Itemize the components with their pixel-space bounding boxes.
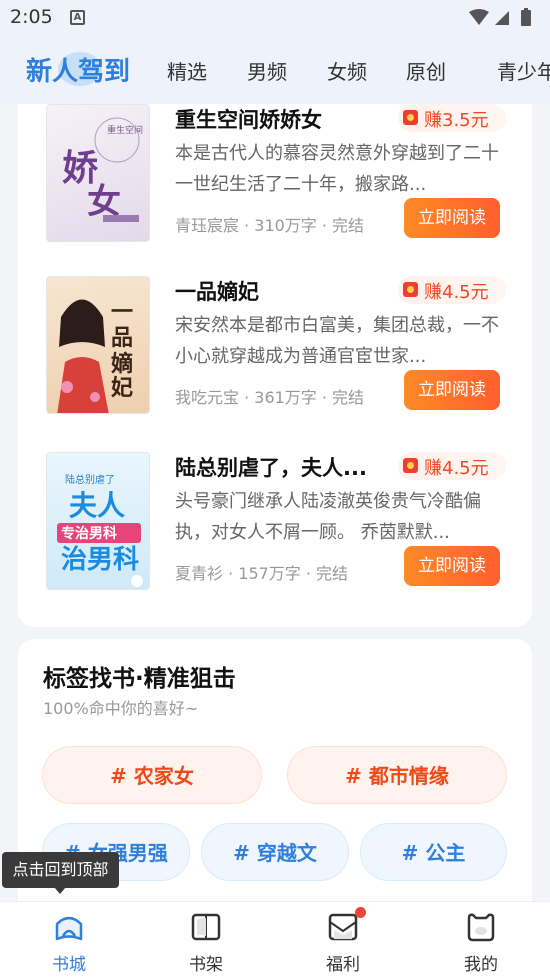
bottom-nav-label: 书架 — [189, 955, 223, 975]
tab-newcomer[interactable]: 新人驾到 — [26, 51, 130, 88]
book-title[interactable]: 陆总别虐了，夫人... — [175, 452, 367, 482]
bottom-nav-label: 书城 — [52, 955, 86, 975]
reward-badge: 赚4.5元 — [398, 452, 506, 480]
section-subtitle: 100%命中你的喜好~ — [43, 699, 199, 718]
tooltip-arrow — [54, 887, 66, 894]
tab-male[interactable]: 男频 — [247, 56, 287, 85]
bottom-nav-profile[interactable]: 我的 — [441, 910, 521, 979]
red-envelope-icon — [403, 110, 418, 125]
svg-text:重生空间: 重生空间 — [107, 124, 143, 136]
status-icons — [468, 8, 538, 32]
bottom-nav-bookstore[interactable]: 书城 — [29, 910, 109, 979]
profile-icon — [467, 913, 495, 942]
tag-chip[interactable]: # 公主 — [360, 823, 507, 881]
svg-text:陆总别虐了: 陆总别虐了 — [65, 473, 115, 486]
read-now-button[interactable]: 立即阅读 — [404, 546, 500, 586]
reward-badge: 赚4.5元 — [398, 276, 506, 304]
category-tabs: 新人驾到 精选 男频 女频 原创 青少年 — [0, 36, 550, 104]
tag-chip[interactable]: # 都市情缘 — [287, 746, 507, 804]
notification-dot — [355, 907, 366, 918]
book-item[interactable]: 一 品 嫡 妃 一品嫡妃 赚4.5元 宋安然本是都市白富美，集团总裁，一不小心就… — [18, 276, 532, 426]
book-item[interactable]: 陆总别虐了 夫人 专治男科 治男科 陆总别虐了，夫人... 赚4.5元 头号豪门… — [18, 452, 532, 602]
book-meta: 夏青衫 · 157万字 · 完结 — [175, 564, 349, 583]
svg-text:品: 品 — [111, 325, 133, 351]
book-description: 头号豪门继承人陆凌澈英俊贵气冷酷偏执，对女人不屑一顾。 乔茵默默... — [175, 491, 481, 543]
signal-wifi-battery-icon — [469, 8, 531, 26]
book-title[interactable]: 一品嫡妃 — [175, 276, 259, 306]
notification-icon: A — [70, 10, 85, 25]
book-description: 宋安然本是都市白富美，集团总裁，一不小心就穿越成为普通官宦世家... — [175, 315, 499, 367]
reward-text: 赚3.5元 — [424, 110, 489, 131]
book-meta: 青珏宸宸 · 310万字 · 完结 — [175, 216, 365, 235]
bottom-nav-welfare[interactable]: 福利 — [303, 907, 383, 979]
read-now-button[interactable]: 立即阅读 — [404, 370, 500, 410]
status-bar: 2:05 A — [0, 0, 550, 36]
bottom-nav-label: 我的 — [464, 955, 498, 975]
bottom-nav-bookshelf[interactable]: 书架 — [166, 910, 246, 979]
book-meta: 我吃元宝 · 361万字 · 完结 — [175, 388, 365, 407]
tab-featured[interactable]: 精选 — [167, 56, 207, 85]
read-now-button[interactable]: 立即阅读 — [404, 198, 500, 238]
svg-text:妃: 妃 — [111, 375, 133, 401]
reward-badge: 赚3.5元 — [398, 104, 506, 132]
status-time: 2:05 — [10, 6, 53, 28]
tag-chip[interactable]: # 农家女 — [42, 746, 262, 804]
red-envelope-icon — [403, 458, 418, 473]
tab-female[interactable]: 女频 — [327, 56, 367, 85]
book-cover[interactable]: 一 品 嫡 妃 — [46, 276, 150, 414]
back-to-top-tooltip[interactable]: 点击回到顶部 — [2, 852, 119, 888]
bottom-nav-label: 福利 — [326, 955, 360, 975]
tab-youth[interactable]: 青少年 — [497, 56, 550, 85]
book-description: 本是古代人的慕容灵然意外穿越到了二十一世纪生活了二十年，搬家路... — [175, 143, 499, 195]
svg-text:嫡: 嫡 — [111, 351, 133, 377]
svg-text:夫人: 夫人 — [69, 489, 125, 522]
svg-text:一: 一 — [111, 299, 133, 325]
book-cover[interactable]: 娇 女 重生空间 — [46, 104, 150, 242]
book-title[interactable]: 重生空间娇娇女 — [175, 104, 322, 134]
tab-original[interactable]: 原创 — [406, 56, 446, 85]
reward-text: 赚4.5元 — [424, 458, 489, 479]
bottom-nav: 书城 书架 福利 我的 — [0, 901, 550, 979]
book-cover[interactable]: 陆总别虐了 夫人 专治男科 治男科 — [46, 452, 150, 590]
bookstore-icon — [55, 916, 83, 941]
section-title: 标签找书·精准狙击 — [43, 666, 236, 692]
book-list-card: 娇 女 重生空间 重生空间娇娇女 赚3.5元 本是古代人的慕容灵然意外穿越到了二… — [18, 104, 532, 627]
red-envelope-icon — [403, 282, 418, 297]
tag-chip[interactable]: # 穿越文 — [201, 823, 349, 881]
bookshelf-icon — [191, 913, 221, 941]
svg-text:治男科: 治男科 — [61, 545, 139, 575]
reward-text: 赚4.5元 — [424, 282, 489, 303]
svg-text:专治男科: 专治男科 — [61, 525, 117, 542]
book-item[interactable]: 娇 女 重生空间 重生空间娇娇女 赚3.5元 本是古代人的慕容灵然意外穿越到了二… — [18, 104, 532, 254]
